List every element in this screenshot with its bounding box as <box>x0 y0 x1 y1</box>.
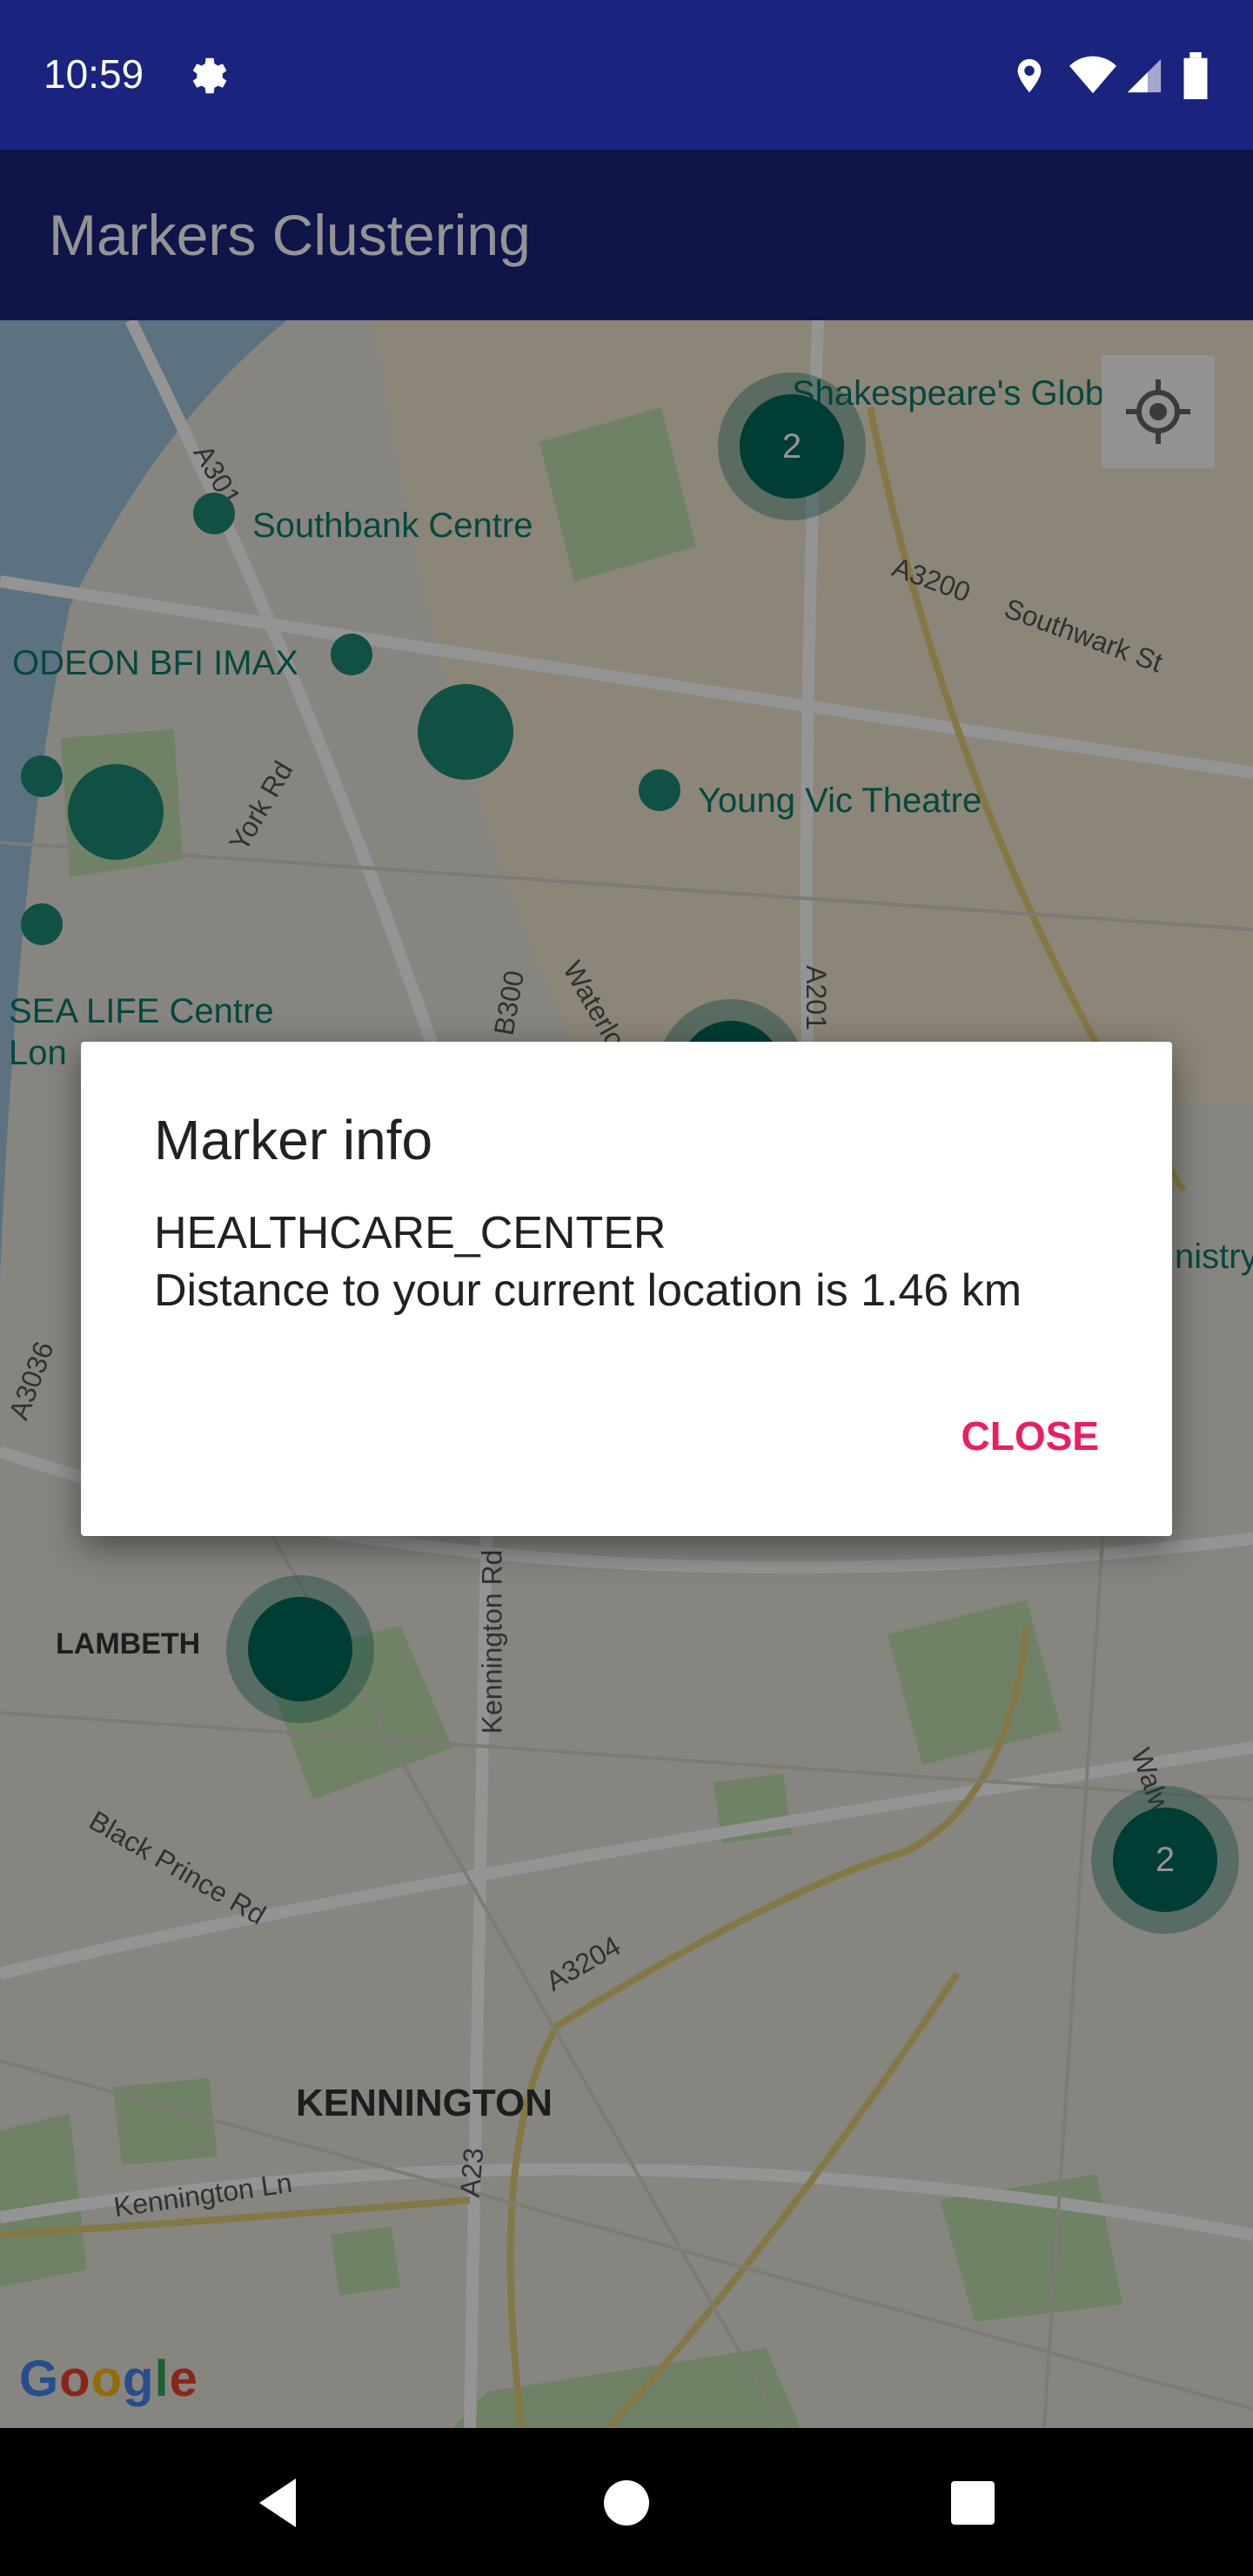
dialog-title: Marker info <box>154 1109 433 1171</box>
close-button[interactable]: CLOSE <box>962 1412 1099 1459</box>
signal-icon <box>1124 52 1164 104</box>
status-time: 10:59 <box>44 51 144 97</box>
wifi-icon <box>1067 52 1119 104</box>
marker-info-dialog: Marker info HEALTHCARE_CENTER Distance t… <box>81 1042 1172 1536</box>
dialog-marker-type: HEALTHCARE_CENTER <box>154 1208 667 1258</box>
dialog-distance: Distance to your current location is 1.4… <box>154 1265 1022 1316</box>
home-icon[interactable] <box>583 2459 670 2546</box>
status-bar: 10:59 <box>0 0 1253 150</box>
battery-icon <box>1182 52 1209 104</box>
navigation-bar <box>0 2428 1253 2576</box>
back-icon[interactable] <box>235 2459 322 2546</box>
recents-icon[interactable] <box>929 2459 1016 2546</box>
location-icon <box>1009 52 1049 104</box>
settings-icon <box>183 52 230 104</box>
